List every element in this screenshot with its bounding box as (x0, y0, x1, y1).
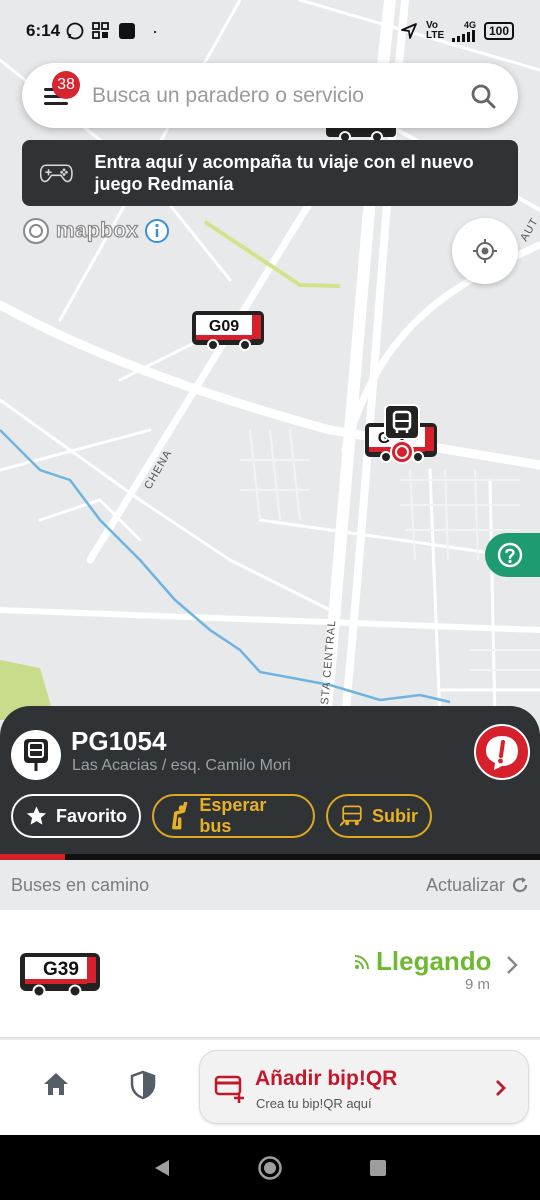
mapbox-attribution: mapbox (22, 217, 170, 245)
loading-progress-bar (0, 854, 540, 860)
add-card-icon (214, 1075, 244, 1103)
buses-section-title: Buses en camino (11, 874, 150, 895)
location-arrow-icon (401, 23, 417, 39)
star-icon (26, 806, 47, 825)
shield-icon[interactable] (129, 1070, 157, 1100)
back-icon[interactable] (153, 1158, 171, 1178)
favorite-label: Favorito (55, 805, 127, 826)
volte-label: Vo LTE (425, 20, 445, 41)
signal-icon: 4G (451, 20, 476, 42)
bipqr-title: Añadir bip!QR (255, 1067, 398, 1090)
wait-bus-label: Esperar bus (199, 795, 267, 836)
bus-eta: 9 m (464, 976, 490, 993)
bus-stop-icon (11, 730, 61, 780)
help-button[interactable] (485, 533, 540, 577)
bus-list-item[interactable]: G39 Llegando 9 m (0, 910, 540, 1038)
bipqr-subtitle: Crea tu bip!QR aquí (256, 1096, 372, 1111)
refresh-button[interactable]: Actualizar (426, 875, 529, 896)
search-bar[interactable]: 38 (22, 63, 518, 128)
info-icon[interactable] (144, 218, 170, 244)
bottom-navigation: Añadir bip!QR Crea tu bip!QR aquí (0, 1040, 540, 1135)
gamepad-icon (40, 164, 73, 183)
refresh-icon (512, 877, 528, 893)
board-bus-button[interactable]: Subir (326, 794, 432, 838)
whatsapp-icon (66, 22, 84, 40)
chevron-right-icon (496, 1080, 506, 1096)
stop-panel: PG1054 Las Acacias / esq. Camilo Mori Fa… (0, 706, 540, 856)
wait-bus-button[interactable]: Esperar bus (152, 794, 315, 838)
home-icon[interactable] (42, 1070, 70, 1098)
board-bus-label: Subir (371, 805, 418, 826)
crosshair-icon (473, 239, 497, 263)
battery-indicator: 100 (483, 22, 514, 40)
search-icon[interactable] (470, 83, 496, 109)
banner-text: Entra aquí y acompaña tu viaje con el nu… (94, 152, 474, 194)
bus-status: Llegando (354, 946, 492, 977)
buses-section-header: Buses en camino Actualizar (0, 860, 540, 910)
redmania-banner[interactable]: Entra aquí y acompaña tu viaje con el nu… (22, 140, 518, 206)
bus-status-label: Llegando (376, 946, 492, 976)
grid-app-icon (92, 22, 109, 39)
notification-badge: 38 (52, 70, 80, 99)
mapbox-logo-icon (23, 218, 49, 244)
alert-icon (486, 736, 518, 770)
network-label: 4G (463, 20, 476, 30)
progress-fill (0, 854, 65, 860)
live-signal-icon (354, 954, 369, 969)
favorite-button[interactable]: Favorito (11, 794, 141, 838)
chevron-right-icon (507, 956, 518, 974)
add-bipqr-card[interactable]: Añadir bip!QR Crea tu bip!QR aquí (199, 1050, 529, 1124)
waving-person-icon (172, 802, 188, 830)
bus-route-label: G39 (43, 959, 79, 980)
bus-route-icon: G39 (20, 953, 100, 998)
mapbox-wordmark: mapbox (55, 218, 139, 242)
refresh-label: Actualizar (425, 874, 505, 895)
status-bar: 6:14 · Vo LTE 4G 100 (0, 0, 540, 62)
bus-label-g09: G09 (209, 318, 239, 335)
recents-icon[interactable] (369, 1159, 387, 1177)
system-navigation-bar (0, 1135, 540, 1200)
bus-board-icon (340, 805, 362, 827)
help-question-icon (497, 542, 523, 568)
stop-code: PG1054 (71, 726, 167, 756)
my-location-button[interactable] (452, 218, 518, 284)
more-notifications-dot: · (152, 20, 159, 41)
app-square-icon (119, 23, 136, 39)
status-time: 6:14 (26, 21, 61, 40)
search-input[interactable] (92, 83, 470, 108)
menu-button[interactable]: 38 (44, 70, 80, 107)
home-circle-icon[interactable] (257, 1155, 283, 1181)
stop-address: Las Acacias / esq. Camilo Mori (72, 757, 291, 774)
report-alert-button[interactable] (474, 724, 530, 780)
